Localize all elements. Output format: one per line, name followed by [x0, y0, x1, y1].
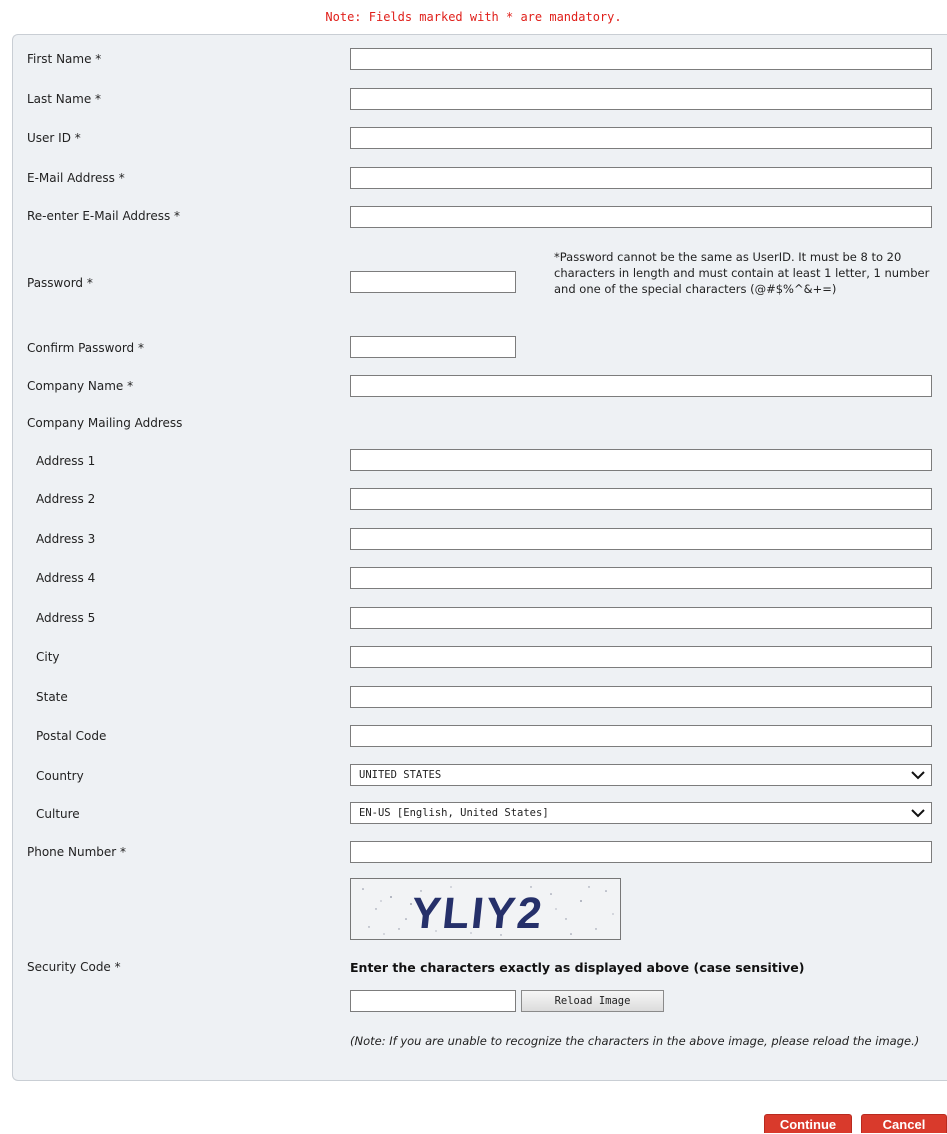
continue-button[interactable]: Continue — [764, 1114, 852, 1133]
address1-input[interactable] — [350, 449, 932, 471]
reload-image-button[interactable]: Reload Image — [521, 990, 664, 1012]
address4-label: Address 4 — [36, 571, 96, 585]
address2-label: Address 2 — [36, 492, 96, 506]
state-label: State — [36, 690, 68, 704]
postal-code-label: Postal Code — [36, 729, 107, 743]
culture-select[interactable]: EN-US [English, United States] — [350, 802, 932, 824]
address4-input[interactable] — [350, 567, 932, 589]
phone-label: Phone Number * — [27, 845, 127, 859]
address5-input[interactable] — [350, 607, 932, 629]
city-input[interactable] — [350, 646, 932, 668]
first-name-label: First Name * — [27, 52, 102, 66]
captcha-noise: YLIY2 — [351, 879, 620, 939]
captcha-instruction: Enter the characters exactly as displaye… — [350, 960, 805, 975]
confirm-password-label: Confirm Password * — [27, 341, 144, 355]
country-select[interactable]: UNITED STATES — [350, 764, 932, 786]
culture-label: Culture — [36, 807, 80, 821]
address1-label: Address 1 — [36, 454, 96, 468]
company-name-input[interactable] — [350, 375, 932, 397]
chevron-down-icon — [911, 771, 925, 780]
password-label: Password * — [27, 276, 93, 290]
cancel-button[interactable]: Cancel — [861, 1114, 947, 1133]
email-input[interactable] — [350, 167, 932, 189]
mailing-address-label: Company Mailing Address — [27, 416, 183, 430]
phone-input[interactable] — [350, 841, 932, 863]
email-confirm-input[interactable] — [350, 206, 932, 228]
last-name-label: Last Name * — [27, 92, 102, 106]
confirm-password-input[interactable] — [350, 336, 516, 358]
chevron-down-icon — [911, 809, 925, 818]
country-label: Country — [36, 769, 84, 783]
email-label: E-Mail Address * — [27, 171, 125, 185]
email-confirm-label: Re-enter E-Mail Address * — [27, 209, 181, 223]
country-selected-value: UNITED STATES — [359, 769, 442, 781]
first-name-input[interactable] — [350, 48, 932, 70]
state-input[interactable] — [350, 686, 932, 708]
address5-label: Address 5 — [36, 611, 96, 625]
last-name-input[interactable] — [350, 88, 932, 110]
security-code-input[interactable] — [350, 990, 516, 1012]
address2-input[interactable] — [350, 488, 932, 510]
user-id-input[interactable] — [350, 127, 932, 149]
address3-label: Address 3 — [36, 532, 96, 546]
captcha-text: YLIY2 — [409, 889, 546, 938]
security-code-label: Security Code * — [27, 960, 121, 974]
captcha-note: (Note: If you are unable to recognize th… — [350, 1034, 920, 1048]
culture-selected-value: EN-US [English, United States] — [359, 807, 549, 819]
postal-code-input[interactable] — [350, 725, 932, 747]
mandatory-note: Note: Fields marked with * are mandatory… — [325, 10, 622, 24]
password-requirements-note: *Password cannot be the same as UserID. … — [554, 250, 930, 296]
captcha-image: YLIY2 — [350, 878, 621, 940]
company-name-label: Company Name * — [27, 379, 134, 393]
user-id-label: User ID * — [27, 131, 81, 145]
address3-input[interactable] — [350, 528, 932, 550]
city-label: City — [36, 650, 60, 664]
password-input[interactable] — [350, 271, 516, 293]
